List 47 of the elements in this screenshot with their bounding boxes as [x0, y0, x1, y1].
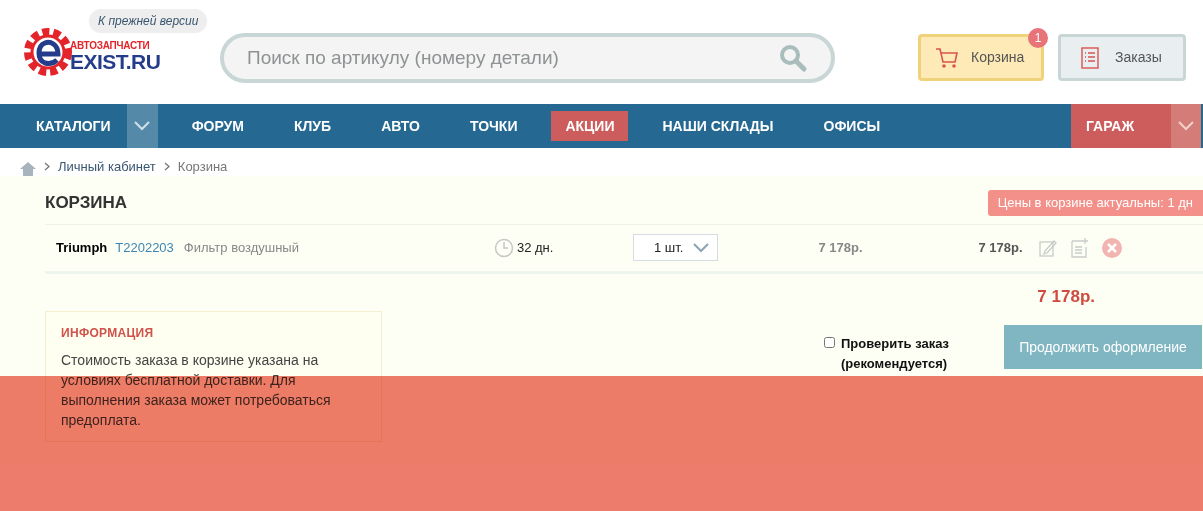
nav-item[interactable]: ОФИСЫ	[807, 115, 897, 137]
breadcrumb-link[interactable]: Личный кабинет	[58, 156, 156, 176]
chevron-down-icon	[134, 121, 151, 131]
search-icon[interactable]	[778, 43, 808, 73]
clock-icon	[493, 237, 514, 258]
search-input[interactable]: Поиск по артикулу (номеру детали)	[247, 43, 778, 73]
nav-item[interactable]: АКЦИИ	[551, 111, 629, 141]
nav-item[interactable]: АВТО	[365, 115, 436, 137]
cart-count-badge: 1	[1028, 28, 1048, 48]
old-version-link[interactable]: К прежней версии	[89, 9, 208, 33]
nav-item[interactable]: КЛУБ	[278, 115, 348, 137]
nav-item[interactable]: ТОЧКИ	[453, 115, 534, 137]
cart-total: 7 178р.	[1037, 285, 1095, 308]
info-text: Стоимость заказа в корзине указана на условиях бесплатной доставки. Для выполнения заказа может потребоваться предоплата.	[61, 351, 332, 430]
garage-link[interactable]: ГАРАЖ	[1071, 104, 1171, 148]
search-field[interactable]: Поиск по артикулу (номеру детали)	[220, 33, 835, 83]
brand-name: Triumph	[56, 238, 108, 257]
orders-button[interactable]: Заказы	[1058, 34, 1186, 81]
chevron-right-icon	[163, 161, 170, 171]
cart-icon	[935, 46, 959, 69]
chevron-down-icon	[693, 242, 710, 253]
line-sum: 7 178р.	[978, 238, 1023, 257]
nav-item[interactable]: НАШИ СКЛАДЫ	[646, 115, 790, 137]
unit-price: 7 178р.	[818, 238, 863, 257]
part-description: Фильтр воздушный	[183, 238, 299, 257]
delivery-time: 32 дн.	[516, 238, 554, 257]
home-icon[interactable]	[20, 162, 36, 176]
price-notice: Цены в корзине актуальны: 1 дн	[987, 190, 1203, 216]
article-link[interactable]: T2202203	[115, 237, 174, 258]
dropdown-toggle[interactable]	[126, 104, 158, 148]
logo-name: EXIST.RU	[70, 50, 161, 72]
cart-title: КОРЗИНА	[45, 192, 128, 214]
nav-item[interactable]: КАТАЛОГИ	[20, 115, 127, 137]
logo-tagline: АВТОЗАПЧАСТИ	[70, 40, 151, 51]
quantity-select[interactable]: 1 шт.	[633, 234, 719, 261]
breadcrumb-link[interactable]: Корзина	[177, 156, 228, 176]
remove-icon[interactable]	[1100, 236, 1123, 259]
list-icon	[1081, 46, 1099, 69]
check-order-label: Проверить заказ (рекомендуется)	[841, 335, 951, 373]
add-note-icon[interactable]	[1070, 237, 1089, 258]
info-title: ИНФОРМАЦИЯ	[61, 325, 155, 342]
check-order-checkbox[interactable]	[824, 337, 835, 348]
garage-dropdown-toggle[interactable]	[1171, 104, 1201, 148]
edit-icon[interactable]	[1038, 238, 1057, 257]
chevron-down-icon	[1178, 121, 1194, 131]
nav-item[interactable]: ФОРУМ	[175, 115, 260, 137]
chevron-right-icon	[44, 161, 50, 171]
